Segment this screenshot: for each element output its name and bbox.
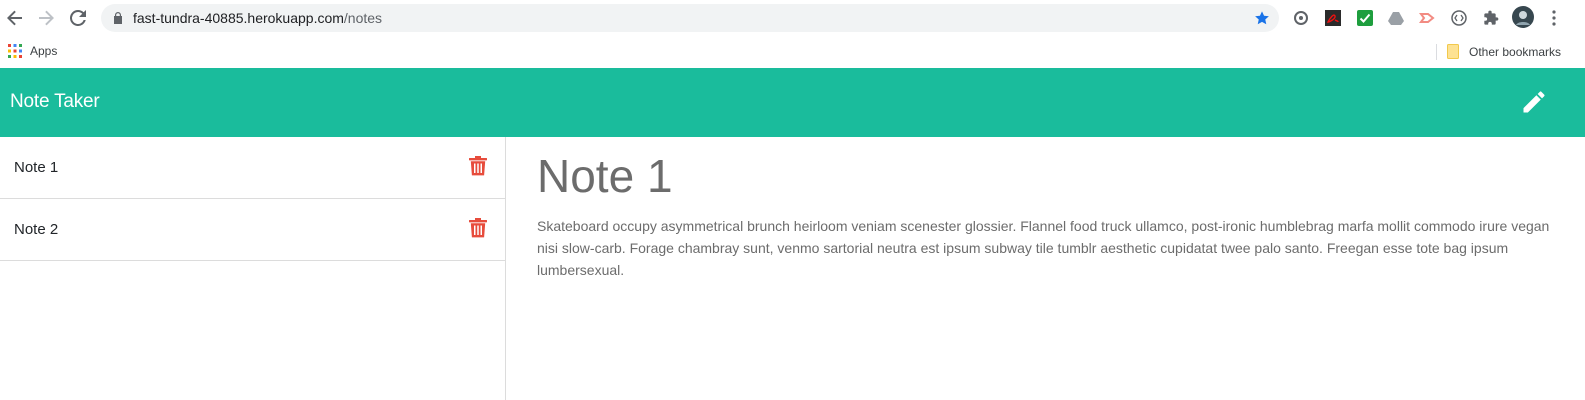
trash-icon [469,156,487,176]
app-navbar: Note Taker [0,68,1585,137]
profile-avatar[interactable] [1512,6,1534,28]
other-bookmarks[interactable]: Other bookmarks [1447,44,1561,59]
delete-note-button[interactable] [469,156,487,176]
note-list-title: Note 2 [14,221,59,238]
reload-icon [70,10,86,26]
bookmark-star-icon[interactable] [1254,10,1270,26]
bookmarks-divider [1436,44,1437,60]
note-text[interactable]: Skateboard occupy asymmetrical brunch he… [537,215,1557,281]
apps-label: Apps [30,44,58,58]
red-extension-icon[interactable] [1418,9,1436,27]
drive-extension-icon[interactable] [1387,9,1405,27]
arrow-left-icon [7,10,22,26]
search-extension-icon[interactable] [1292,9,1310,27]
forward-button[interactable] [31,3,61,33]
note-title[interactable]: Note 1 [537,149,673,203]
back-button[interactable] [0,3,30,33]
trash-icon [469,218,487,238]
arrow-right-icon [39,10,54,26]
notes-list: Note 1 Note 2 [0,137,506,400]
bookmarks-bar: Apps Other bookmarks [0,36,1585,66]
delete-note-button[interactable] [469,218,487,238]
checkmark-extension-icon[interactable] [1356,9,1374,27]
new-note-button[interactable] [1520,88,1548,116]
note-view: Note 1 Skateboard occupy asymmetrical br… [506,137,1585,400]
reload-button[interactable] [63,3,93,33]
other-bookmarks-label: Other bookmarks [1469,44,1562,59]
browser-toolbar: fast-tundra-40885.herokuapp.com/notes [0,0,1585,36]
apps-shortcut[interactable]: Apps [8,44,57,58]
note-list-title: Note 1 [14,159,59,176]
list-item[interactable]: Note 2 [0,199,505,261]
puzzle-extensions-icon[interactable] [1482,9,1500,27]
apps-grid-icon [8,44,22,58]
address-bar[interactable]: fast-tundra-40885.herokuapp.com/notes [101,4,1279,32]
code-extension-icon[interactable] [1450,9,1468,27]
pencil-icon [1523,91,1545,113]
lock-icon [114,12,122,24]
more-menu-icon[interactable] [1545,9,1563,27]
folder-icon [1447,44,1459,59]
pdf-extension-icon[interactable] [1324,9,1342,27]
url-host: fast-tundra-40885.herokuapp.com [133,10,344,26]
brand-title[interactable]: Note Taker [10,91,100,113]
url-path: /notes [343,10,383,26]
url-text: fast-tundra-40885.herokuapp.com/notes [133,10,382,26]
list-item[interactable]: Note 1 [0,137,505,199]
